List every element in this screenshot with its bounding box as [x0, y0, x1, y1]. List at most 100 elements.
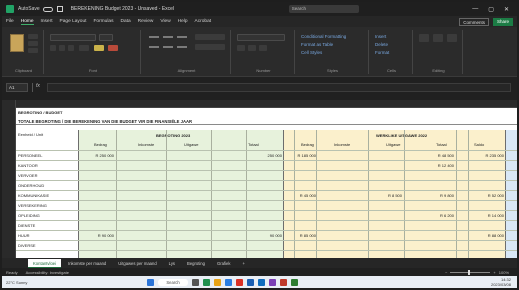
fill-color-icon[interactable] — [94, 45, 104, 51]
row-label[interactable]: VERVOER — [18, 173, 74, 178]
align-bottom-icon[interactable] — [177, 36, 187, 38]
paste-icon[interactable] — [10, 34, 24, 52]
tab-view[interactable]: View — [160, 19, 170, 24]
sheet-tab-lys[interactable]: Lys — [164, 259, 180, 268]
sheet-tab-inkomste[interactable]: Inkomste per maand — [63, 259, 111, 268]
format-as-table-button[interactable]: Format as Table — [301, 42, 333, 47]
italic-icon[interactable] — [59, 45, 65, 51]
file-explorer-icon[interactable] — [213, 278, 221, 286]
number-format-select[interactable] — [237, 34, 285, 41]
sheet-tab-grafiek[interactable]: Grafiek — [212, 259, 236, 268]
tab-formulas[interactable]: Formulas — [93, 19, 113, 24]
accessibility-status[interactable]: Accessibility: Investigate — [26, 270, 69, 275]
tab-acrobat[interactable]: Acrobat — [195, 19, 212, 24]
wrap-text-button[interactable] — [195, 34, 225, 40]
chrome-icon[interactable] — [235, 278, 243, 286]
comma-icon[interactable] — [259, 45, 267, 51]
cell-value[interactable]: R 88 000 — [470, 233, 504, 238]
select-all-corner[interactable] — [2, 100, 16, 108]
tab-data[interactable]: Data — [120, 19, 130, 24]
cell-value[interactable]: R 8 500 — [370, 193, 402, 198]
font-name-select[interactable] — [50, 34, 96, 41]
tab-insert[interactable]: Insert — [41, 19, 53, 24]
add-sheet-button[interactable]: + — [237, 259, 249, 268]
save-icon[interactable] — [56, 6, 63, 12]
copy-icon[interactable] — [28, 41, 38, 46]
fx-icon[interactable]: fx — [36, 83, 40, 89]
search-box[interactable]: Search — [288, 5, 359, 13]
row-label[interactable]: OPLEIDING — [18, 213, 74, 218]
format-cells-button[interactable]: Format — [375, 50, 389, 55]
row-label[interactable]: KANTOOR — [18, 163, 74, 168]
insert-cells-button[interactable]: Insert — [375, 34, 386, 39]
task-view-icon[interactable] — [191, 278, 199, 286]
align-middle-icon[interactable] — [163, 36, 173, 38]
tab-help[interactable]: Help — [178, 19, 188, 24]
align-top-icon[interactable] — [149, 36, 159, 38]
cell-value[interactable]: 90 000 — [248, 233, 282, 238]
borders-icon[interactable] — [79, 45, 89, 51]
row-label[interactable]: VERSEKERING — [18, 203, 74, 208]
row-label[interactable]: DIENSTE — [18, 223, 74, 228]
tab-page-layout[interactable]: Page Layout — [60, 19, 87, 24]
cell-value[interactable]: R 235 000 — [470, 153, 504, 158]
font-size-select[interactable] — [99, 34, 113, 41]
align-center-icon[interactable] — [163, 46, 173, 48]
cell-value[interactable]: R 48 500 — [406, 153, 454, 158]
cell-value[interactable]: R 14 000 — [470, 213, 504, 218]
autosave-toggle[interactable] — [42, 6, 53, 12]
store-icon[interactable] — [290, 278, 298, 286]
excel-taskbar-icon[interactable] — [202, 278, 210, 286]
row-label[interactable]: ONDERHOUD — [18, 183, 74, 188]
worksheet-grid[interactable]: TOTALE BEGROTING / DIE BEREKENING VAN DI… — [16, 108, 517, 258]
sort-filter-icon[interactable] — [433, 34, 443, 42]
teams-icon[interactable] — [268, 278, 276, 286]
align-right-icon[interactable] — [177, 46, 187, 48]
close-button[interactable]: ✕ — [504, 6, 509, 13]
merge-center-button[interactable] — [195, 44, 225, 50]
delete-cells-button[interactable]: Delete — [375, 42, 388, 47]
autosum-icon[interactable] — [419, 34, 429, 42]
taskbar-search[interactable]: Search — [158, 278, 188, 286]
cell-styles-button[interactable]: Cell Styles — [301, 50, 322, 55]
cut-icon[interactable] — [28, 34, 38, 39]
cell-value[interactable]: R 45 000 — [296, 193, 316, 198]
tab-file[interactable]: File — [6, 19, 14, 24]
row-label[interactable]: DIVERSE — [18, 243, 74, 248]
currency-icon[interactable] — [237, 45, 245, 51]
zoom-slider[interactable] — [450, 269, 491, 275]
find-select-icon[interactable] — [447, 34, 457, 42]
bold-icon[interactable] — [50, 45, 56, 51]
align-left-icon[interactable] — [149, 46, 159, 48]
name-box[interactable]: A1 — [6, 83, 28, 92]
percent-icon[interactable] — [248, 45, 256, 51]
cell-value[interactable]: R 185 000 — [296, 153, 316, 158]
cell-value[interactable]: R 6 200 — [406, 213, 454, 218]
tab-home[interactable]: Home — [20, 19, 34, 25]
sheet-tab-uitgawes[interactable]: Uitgawes per maand — [113, 259, 161, 268]
start-icon[interactable] — [147, 278, 155, 286]
row-label[interactable]: HUUR — [18, 233, 74, 238]
zoom-level[interactable]: 100% — [499, 270, 509, 275]
row-label[interactable]: PERSONEEL — [18, 153, 74, 158]
maximize-button[interactable]: ▢ — [488, 6, 494, 13]
acrobat-icon[interactable] — [279, 278, 287, 286]
format-painter-icon[interactable] — [28, 48, 38, 53]
cell-value[interactable]: R 250 000 — [80, 153, 114, 158]
clock[interactable]: 14:32 2023/03/08 — [491, 277, 511, 287]
zoom-thumb[interactable] — [468, 269, 471, 275]
cell-value[interactable]: R 9 800 — [406, 193, 454, 198]
share-button[interactable]: Share — [492, 17, 513, 26]
minimize-button[interactable]: — — [472, 6, 478, 13]
cell-value[interactable]: R 12 400 — [406, 163, 454, 168]
row-label[interactable]: KOMMUNIKASIE — [18, 193, 74, 198]
cell-value[interactable]: R 52 000 — [470, 193, 504, 198]
cell-value[interactable]: R 85 000 — [296, 233, 316, 238]
sheet-tab-begroting[interactable]: Begroting — [182, 259, 210, 268]
conditional-formatting-button[interactable]: Conditional Formatting — [301, 34, 346, 39]
font-color-icon[interactable] — [108, 45, 118, 51]
word-icon[interactable] — [246, 278, 254, 286]
comments-button[interactable]: Comments — [459, 17, 489, 26]
weather-widget[interactable]: 22°C Sunny — [6, 280, 27, 285]
cell-value[interactable]: R 90 000 — [80, 233, 114, 238]
